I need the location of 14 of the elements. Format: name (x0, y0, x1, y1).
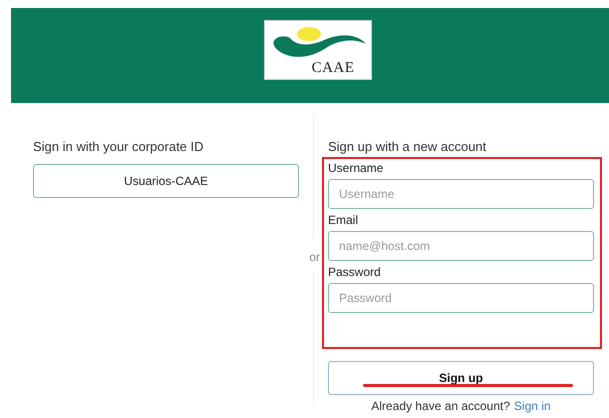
sign-up-heading: Sign up with a new account (328, 139, 488, 156)
input-field[interactable]: Password (328, 283, 594, 313)
corporate-login-button[interactable]: Usuarios-CAAE (33, 164, 299, 198)
input-field[interactable]: name@host.com (328, 231, 594, 261)
field-label: Password (328, 265, 382, 281)
logo-text: CAAE (312, 60, 354, 77)
sign-in-link[interactable]: Sign in (514, 399, 551, 413)
sign-in-heading: Sign in with your corporate ID (33, 139, 205, 156)
or-separator: or (309, 250, 320, 264)
footer-text: Already have an account? (371, 399, 510, 413)
field-label: Username (328, 161, 384, 177)
sign-up-button[interactable]: Sign up (328, 361, 594, 395)
input-field[interactable]: Username (328, 179, 594, 209)
field-label: Email (328, 213, 360, 229)
